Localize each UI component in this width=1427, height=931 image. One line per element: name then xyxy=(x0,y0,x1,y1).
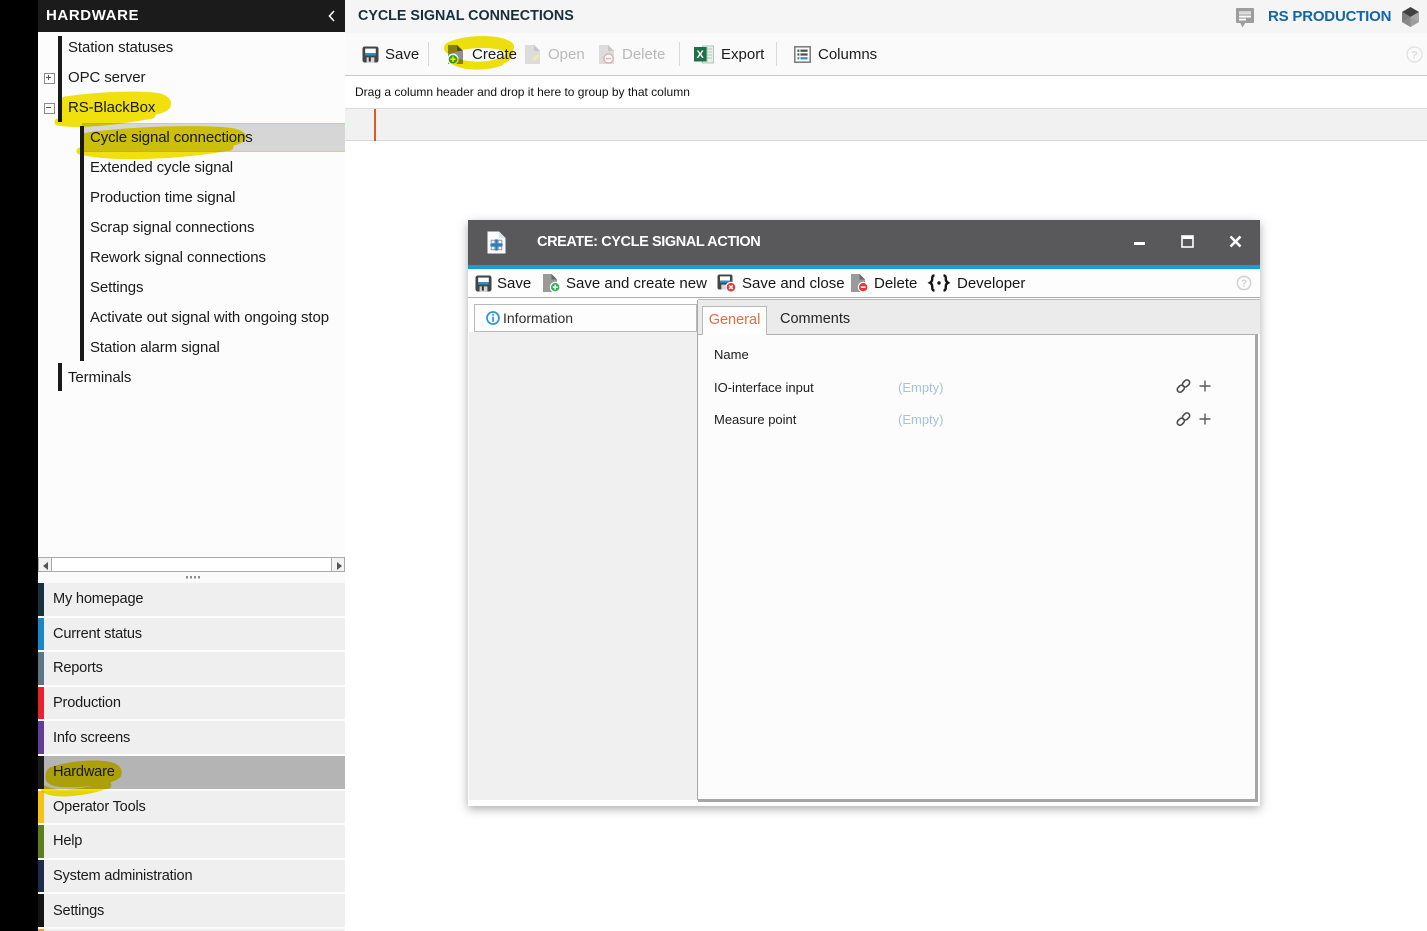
svg-text:X: X xyxy=(697,49,705,61)
svg-text:?: ? xyxy=(1411,49,1418,61)
